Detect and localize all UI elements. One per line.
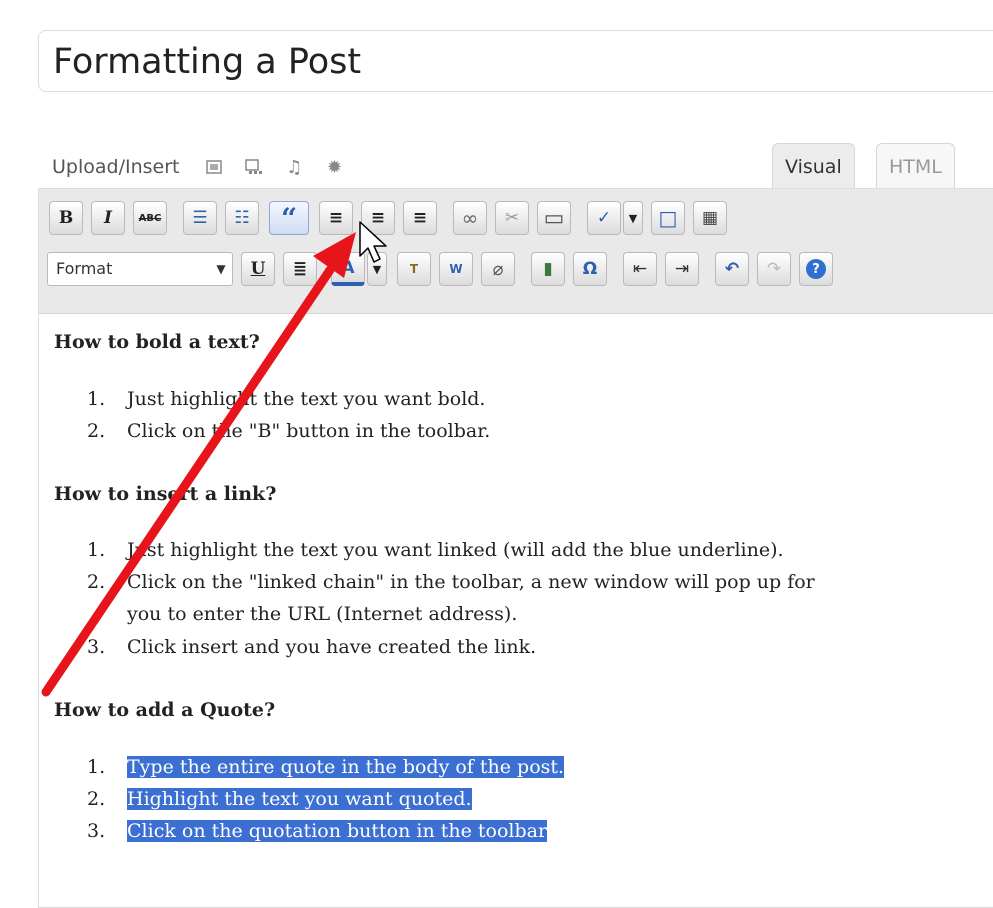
chevron-down-icon: ▼: [372, 262, 382, 276]
blockquote-button[interactable]: “: [269, 201, 309, 235]
bullet-list-button[interactable]: ☰: [183, 201, 217, 235]
undo-button[interactable]: ↶: [715, 252, 749, 286]
selected-text: Click on the quotation button in the too…: [127, 820, 548, 842]
align-left-button[interactable]: ≡: [319, 201, 353, 235]
tab-visual[interactable]: Visual: [772, 143, 855, 189]
text-color-dropdown-button[interactable]: ▼: [367, 252, 387, 286]
underline-button[interactable]: U: [241, 252, 275, 286]
format-select-value: Format: [56, 259, 113, 278]
indent-button[interactable]: ⇥: [665, 252, 699, 286]
help-icon: ?: [806, 259, 826, 279]
list-item: 1. Just highlight the text you want linke…: [87, 539, 784, 561]
bold-button[interactable]: B: [49, 201, 83, 235]
unlink-button[interactable]: ✂: [495, 201, 529, 235]
gallery-icon[interactable]: [245, 158, 263, 176]
media-buttons: Upload/Insert ♫ ✹: [52, 152, 365, 182]
redo-button[interactable]: ↷: [757, 252, 791, 286]
tab-html[interactable]: HTML: [876, 143, 955, 189]
list-item: 1. Just highlight the text you want bold.: [87, 388, 486, 410]
list-item: 3. Click on the quotation button in the t…: [87, 820, 548, 842]
justify-button[interactable]: ≣: [283, 252, 317, 286]
post-title-input[interactable]: Formatting a Post: [38, 30, 993, 92]
list-item-continuation: you to enter the URL (Internet address).: [127, 603, 518, 625]
list-item: 3. Click insert and you have created the …: [87, 636, 537, 658]
special-char-button[interactable]: Ω: [573, 252, 607, 286]
image-icon[interactable]: [205, 158, 223, 176]
selected-text: Highlight the text you want quoted.: [127, 788, 472, 810]
chevron-down-icon: ▼: [628, 211, 638, 225]
align-right-button[interactable]: ≡: [403, 201, 437, 235]
insert-link-button[interactable]: ∞: [453, 201, 487, 235]
remove-format-button[interactable]: ⌀: [481, 252, 515, 286]
outdent-button[interactable]: ⇤: [623, 252, 657, 286]
upload-insert-label: Upload/Insert: [52, 156, 180, 178]
list-item: 2. Click on the "B" button in the toolbar…: [87, 420, 491, 442]
selected-text: Type the entire quote in the body of the…: [127, 756, 565, 778]
fullscreen-button[interactable]: □: [651, 201, 685, 235]
kitchen-sink-button[interactable]: ▦: [693, 201, 727, 235]
paste-text-button[interactable]: T: [397, 252, 431, 286]
spellcheck-button[interactable]: ✓: [587, 201, 621, 235]
audio-icon[interactable]: ♫: [285, 157, 303, 178]
editor-toolbar: B I ABC ☰ ☷ “ ≡ ≡ ≡ ∞ ✂ ▭ ✓ ▼ □ ▦ Format…: [39, 189, 993, 314]
list-item: 1. Type the entire quote in the body of t…: [87, 756, 565, 778]
align-center-button[interactable]: ≡: [361, 201, 395, 235]
list-item: 2. Click on the "linked chain" in the too…: [87, 571, 815, 593]
italic-button[interactable]: I: [91, 201, 125, 235]
section-heading: How to insert a link?: [54, 483, 277, 505]
editor: B I ABC ☰ ☷ “ ≡ ≡ ≡ ∞ ✂ ▭ ✓ ▼ □ ▦ Format…: [38, 188, 993, 908]
insert-media-button[interactable]: ▮: [531, 252, 565, 286]
section-heading: How to bold a text?: [54, 331, 260, 353]
section-heading: How to add a Quote?: [54, 699, 276, 721]
text-color-button[interactable]: A: [331, 252, 365, 286]
more-tag-button[interactable]: ▭: [537, 201, 571, 235]
help-button[interactable]: ?: [799, 252, 833, 286]
numbered-list-button[interactable]: ☷: [225, 201, 259, 235]
format-select[interactable]: Format: [47, 252, 233, 286]
strikethrough-button[interactable]: ABC: [133, 201, 167, 235]
media-burst-icon[interactable]: ✹: [325, 157, 343, 178]
spellcheck-dropdown-button[interactable]: ▼: [623, 201, 643, 235]
list-item: 2. Highlight the text you want quoted.: [87, 788, 472, 810]
paste-word-button[interactable]: W: [439, 252, 473, 286]
chevron-down-icon[interactable]: ▼: [209, 252, 233, 286]
